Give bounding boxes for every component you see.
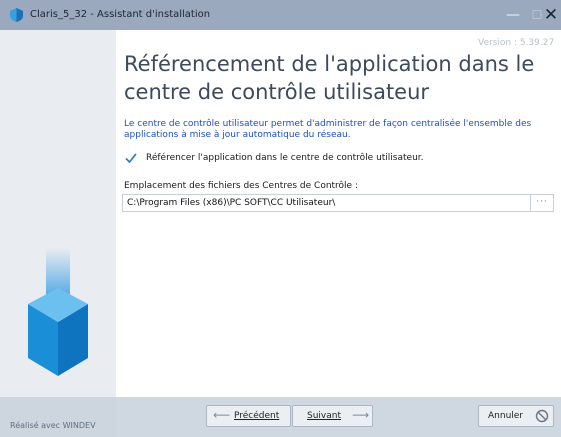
app-icon: [10, 8, 23, 22]
path-input[interactable]: C:\Program Files (x86)\PC SOFT\CC Utilis…: [122, 194, 554, 212]
path-field-label: Emplacement des fichiers des Centres de …: [124, 181, 358, 191]
sidebar-footer: [0, 397, 116, 437]
previous-button-label: Précédent: [234, 411, 280, 421]
cancel-button-label: Annuler: [488, 411, 524, 421]
next-button-label: Suivant: [307, 411, 341, 421]
version-label: Version : 5.39.27: [478, 38, 555, 48]
browse-button[interactable]: ···: [530, 195, 553, 211]
cancel-circle-icon: [535, 409, 549, 423]
path-input-value[interactable]: C:\Program Files (x86)\PC SOFT\CC Utilis…: [127, 198, 335, 208]
cancel-button[interactable]: Annuler: [478, 405, 554, 427]
close-button[interactable]: ✕: [533, 0, 561, 30]
checkbox-label[interactable]: Référencer l'application dans le centre …: [146, 153, 424, 163]
download-arrow-icon: [28, 248, 88, 376]
page-title: Référencement de l'application dans le c…: [124, 52, 535, 104]
title-bar: Claris_5_32 - Assistant d'installation —…: [0, 0, 561, 30]
made-with-label: Réalisé avec WINDEV: [10, 421, 96, 430]
window-title: Claris_5_32 - Assistant d'installation: [30, 9, 211, 20]
arrow-right-icon: ⟶: [352, 408, 370, 422]
next-button[interactable]: Suivant ⟶: [292, 405, 373, 427]
previous-button[interactable]: ⟵ Précédent: [206, 405, 291, 427]
arrow-left-icon: ⟵: [213, 408, 231, 422]
checkmark-icon[interactable]: [124, 151, 138, 165]
description-text: Le centre de contrôle utilisateur permet…: [124, 119, 532, 140]
